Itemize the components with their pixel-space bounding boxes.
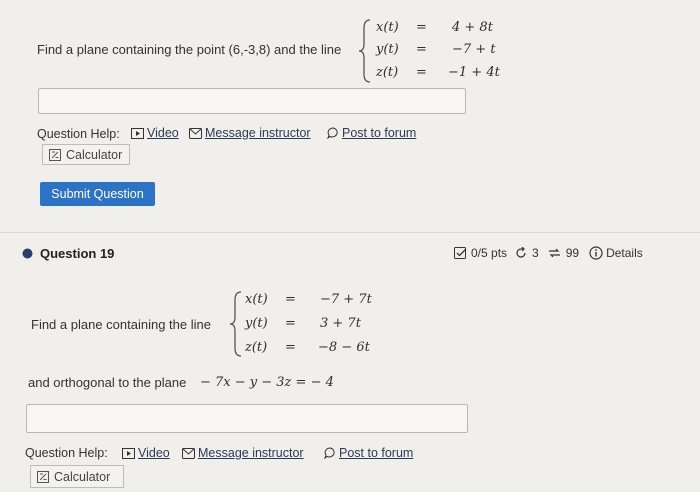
submit-question-button[interactable]: Submit Question: [40, 182, 155, 206]
message-instructor-link[interactable]: Message instructor: [189, 126, 311, 140]
answer-input[interactable]: [26, 404, 468, 433]
calculator-button[interactable]: Calculator: [42, 144, 130, 165]
question-bullet-icon: [22, 248, 33, 259]
video-icon: [122, 447, 135, 459]
system-lhs-y: y(t): [376, 42, 399, 57]
video-link[interactable]: Video: [122, 446, 170, 460]
system-lhs-z: z(t): [376, 65, 399, 80]
system-eq: =: [285, 292, 296, 307]
system-rhs-z: −8 − 6t: [318, 340, 370, 355]
attempts-icon: [548, 248, 560, 258]
left-brace: [358, 19, 371, 83]
info-icon: [589, 246, 603, 260]
question-prompt-continued: and orthogonal to the plane: [28, 375, 187, 390]
message-instructor-link[interactable]: Message instructor: [182, 446, 304, 460]
left-brace: [229, 291, 242, 357]
plane-equation: − 7x − y − 3z = − 4: [200, 375, 334, 390]
system-rhs-y: −7 + t: [452, 42, 496, 57]
checkbox-score-icon: [454, 247, 467, 259]
system-lhs-z: z(t): [245, 340, 268, 355]
calculator-icon: [49, 148, 61, 161]
system-rhs-y: 3 + 7t: [320, 316, 361, 331]
system-eq: =: [285, 316, 296, 331]
question-prompt: Find a plane containing the point (6,-3,…: [37, 42, 342, 57]
system-lhs-x: x(t): [245, 292, 268, 307]
question-prompt: Find a plane containing the line: [31, 317, 211, 332]
mail-icon: [189, 127, 202, 139]
mail-icon: [182, 447, 195, 459]
system-eq: =: [416, 42, 427, 57]
calculator-icon: [37, 470, 49, 483]
post-to-forum-link[interactable]: Post to forum: [327, 126, 416, 140]
attempts-count: 99: [565, 246, 580, 260]
post-to-forum-link[interactable]: Post to forum: [324, 446, 413, 460]
system-eq: =: [285, 340, 296, 355]
points-text: 0/5 pts: [471, 246, 508, 260]
video-icon: [131, 127, 144, 139]
system-eq: =: [416, 65, 427, 80]
system-rhs-x: 4 + 8t: [452, 20, 493, 35]
answer-input[interactable]: [38, 88, 466, 114]
speech-bubble-icon: [324, 447, 335, 459]
system-lhs-x: x(t): [376, 20, 399, 35]
calculator-button[interactable]: Calculator: [30, 465, 124, 488]
question-meta: 0/5 pts 3 99 Details: [454, 246, 643, 260]
retry-icon: [516, 247, 526, 258]
system-rhs-z: −1 + 4t: [448, 65, 500, 80]
retries-count: 3: [532, 246, 539, 260]
speech-bubble-icon: [327, 127, 338, 139]
system-lhs-y: y(t): [245, 316, 268, 331]
system-rhs-x: −7 + 7t: [320, 292, 372, 307]
question-help-label: Question Help:: [37, 127, 120, 141]
video-link[interactable]: Video: [131, 126, 179, 140]
question-title: Question 19: [40, 246, 115, 261]
system-eq: =: [416, 20, 427, 35]
details-link[interactable]: Details: [589, 246, 643, 260]
question-help-label: Question Help:: [25, 446, 108, 460]
divider: [0, 232, 700, 233]
